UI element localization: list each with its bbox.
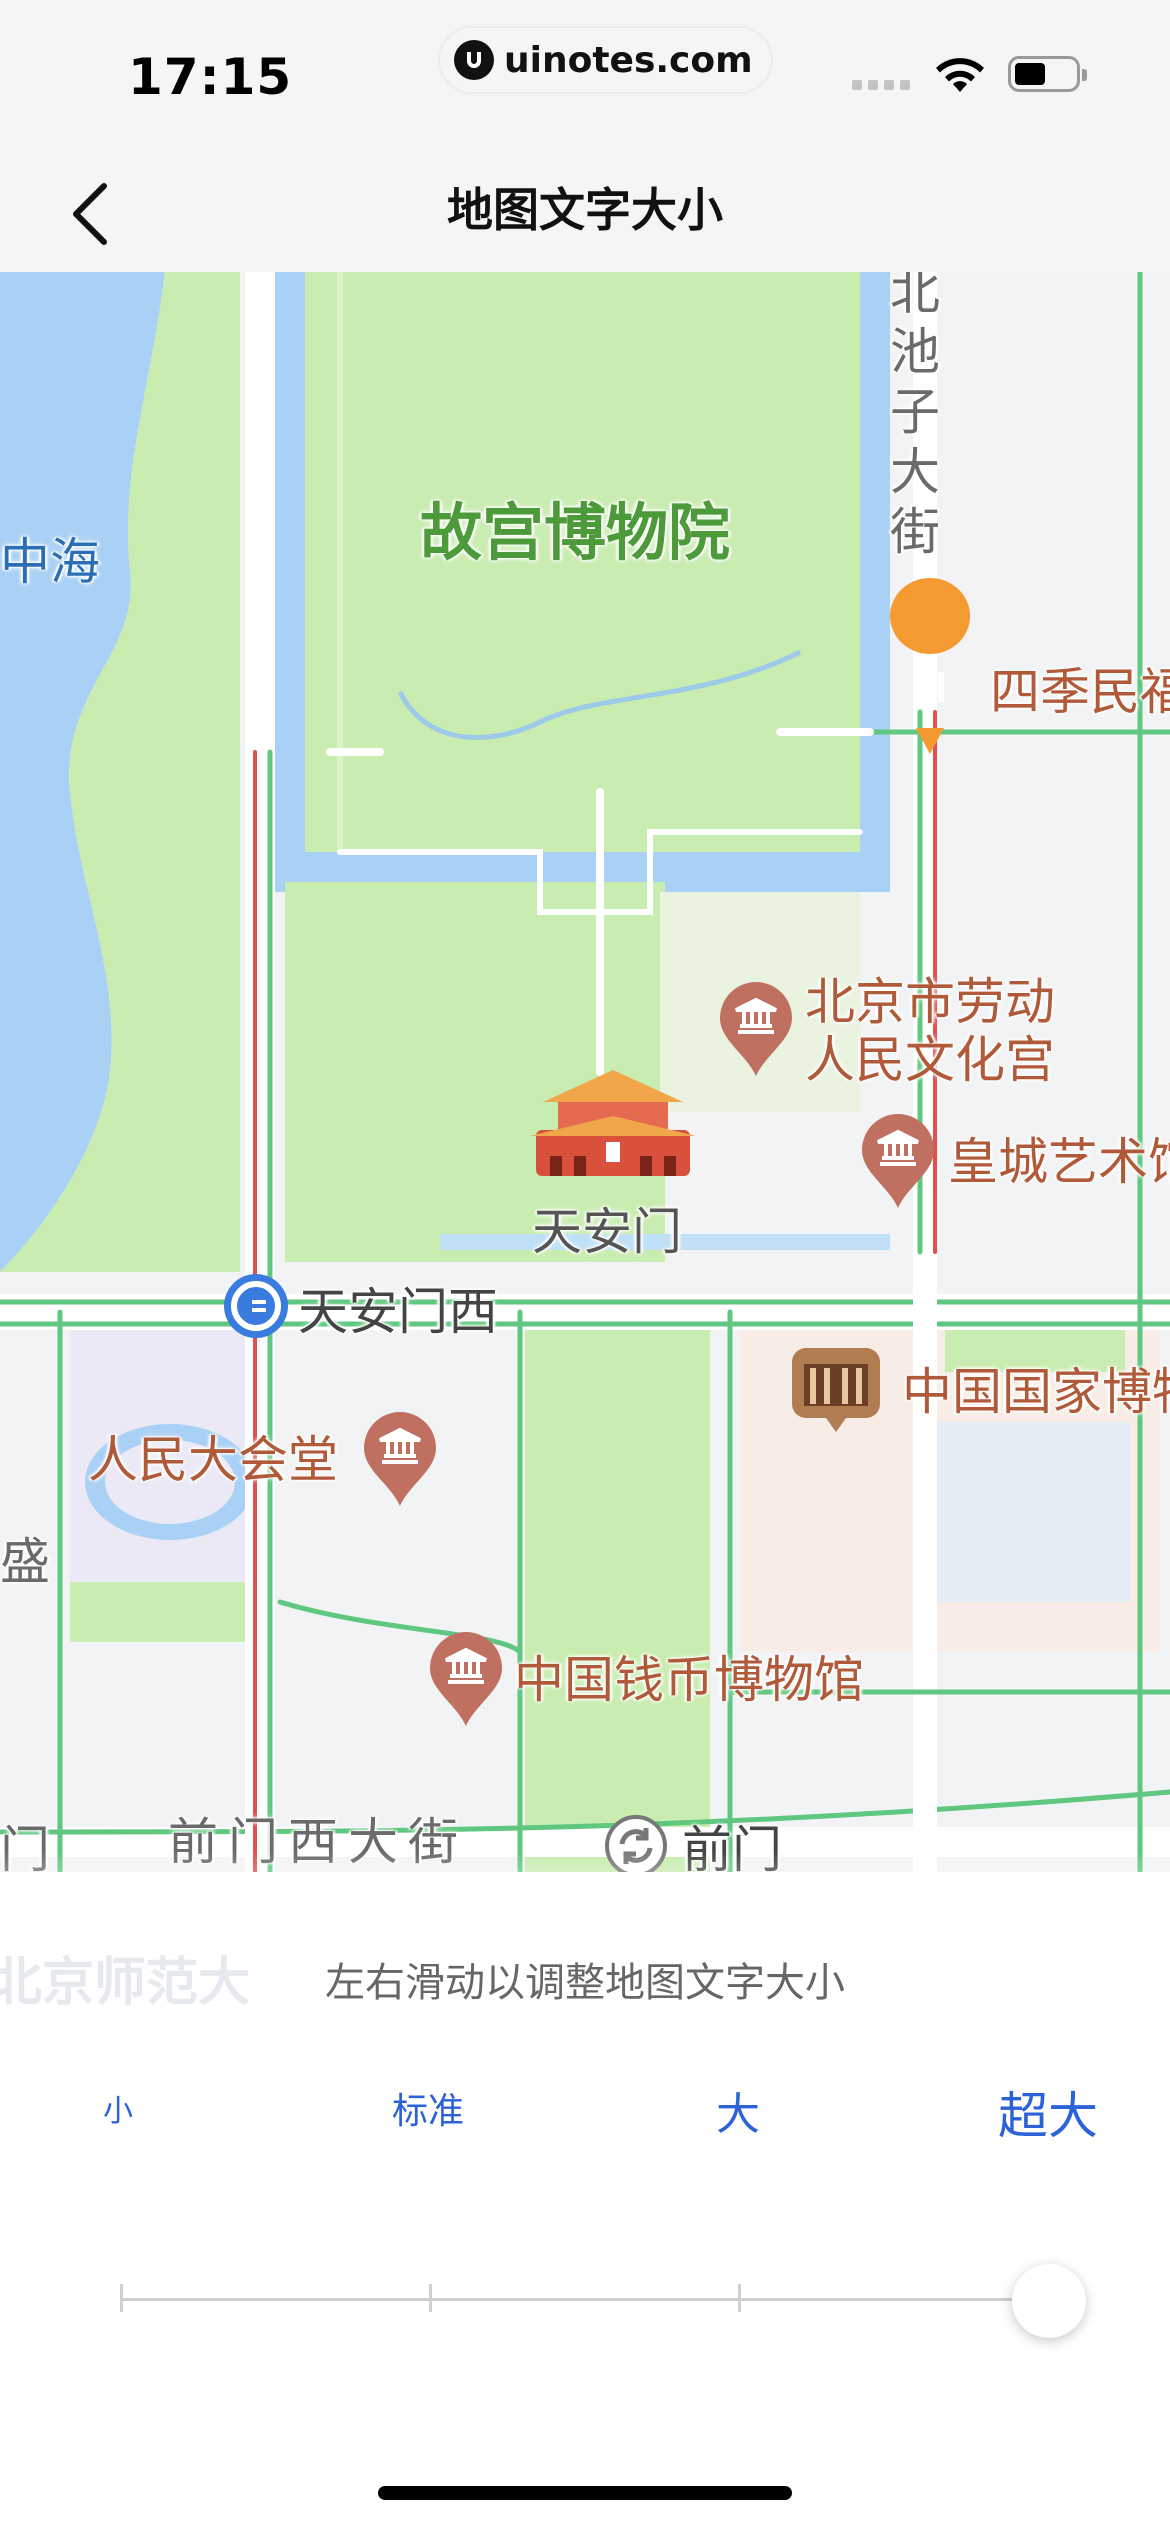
map-label-zhonghai[interactable]: 中海 <box>0 522 100 594</box>
wifi-icon <box>932 56 988 100</box>
slider-tick <box>429 2284 432 2312</box>
map-view[interactable]: 故宫博物院 中海 北池子大街 四季民福 北京市劳动 人民文化宫 皇城艺术馆 天安… <box>0 272 1170 1872</box>
map-label-coin-museum[interactable]: 中国钱币博物馆 <box>514 1640 864 1712</box>
status-bar: 17:15 uinotes.com <box>0 0 1170 140</box>
map-label-beichizi-street: 北池子大街 <box>890 272 940 561</box>
size-option-standard[interactable]: 标准 <box>328 2082 528 2134</box>
size-option-large[interactable]: 大 <box>638 2078 838 2142</box>
size-option-small[interactable]: 小 <box>18 2086 218 2130</box>
map-label-siji-minfu[interactable]: 四季民福 <box>990 652 1170 724</box>
slider-tick <box>120 2284 123 2312</box>
url-text: uinotes.com <box>504 39 753 81</box>
map-label-great-hall[interactable]: 人民大会堂 <box>88 1420 338 1492</box>
text-size-slider-track[interactable] <box>120 2298 1050 2301</box>
map-label-edge: 盛 <box>0 1533 50 1591</box>
site-logo-icon <box>454 40 494 80</box>
map-label-tiananmen-west[interactable]: 天安门西 <box>298 1272 498 1344</box>
slider-tick <box>738 2284 741 2312</box>
slider-hint-text: 左右滑动以调整地图文字大小 <box>325 1960 845 2006</box>
map-label-culture-palace-2[interactable]: 人民文化宫 <box>805 1020 1055 1092</box>
status-time: 17:15 <box>128 48 293 106</box>
cellular-signal-icon <box>852 80 910 90</box>
size-option-extra-large[interactable]: 超大 <box>948 2076 1148 2148</box>
navigation-bar: 地图文字大小 <box>0 140 1170 272</box>
battery-icon <box>1008 56 1087 92</box>
page-title: 地图文字大小 <box>447 183 723 237</box>
map-label-imperial-art-museum[interactable]: 皇城艺术馆 <box>948 1122 1170 1194</box>
map-label-palace-museum[interactable]: 故宫博物院 <box>420 482 730 572</box>
map-label-national-museum[interactable]: 中国国家博物馆 <box>902 1352 1170 1424</box>
url-pill[interactable]: uinotes.com <box>440 28 771 92</box>
home-indicator <box>378 2486 792 2500</box>
text-size-slider-thumb[interactable] <box>1012 2264 1086 2338</box>
map-label-tiananmen[interactable]: 天安门 <box>532 1192 682 1264</box>
